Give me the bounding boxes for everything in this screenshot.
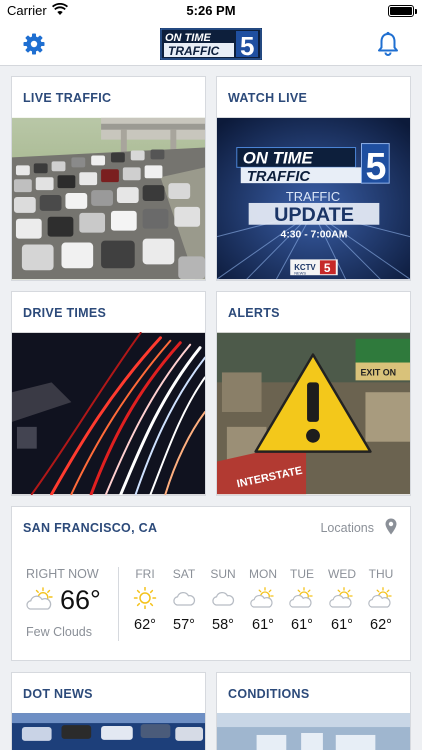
forecast-temp: 61° xyxy=(252,617,274,633)
partly-cloudy-icon xyxy=(289,587,313,608)
battery-icon xyxy=(388,5,417,17)
partly-cloudy-icon xyxy=(250,587,274,608)
traffic-update-promo-image: ON TIME TRAFFIC 5 TRAFFIC UPDATE 4:30 - … xyxy=(217,117,410,280)
promo-line3: TRAFFIC xyxy=(286,189,340,204)
forecast-temp: 61° xyxy=(331,617,353,633)
forecast-day: FRI 62° xyxy=(125,567,165,633)
tile-title: DOT NEWS xyxy=(23,687,93,701)
forecast-temp: 58° xyxy=(212,617,234,633)
station-sub: NEWS xyxy=(294,271,306,276)
tile-title: CONDITIONS xyxy=(228,687,310,701)
nav-bar: ON TIME TRAFFIC 5 xyxy=(0,22,422,66)
forecast-day-label: THU xyxy=(368,567,394,581)
partly-cloudy-icon xyxy=(329,587,353,608)
logo-number: 5 xyxy=(240,31,254,60)
forecast-day-label: MON xyxy=(249,567,277,581)
conditions-image xyxy=(217,713,410,750)
forecast-day-label: SUN xyxy=(210,567,236,581)
promo-number: 5 xyxy=(365,145,386,187)
forecast-day: TUE 61° xyxy=(282,567,322,633)
forecast-temp: 62° xyxy=(134,617,156,633)
right-now-label: RIGHT NOW xyxy=(26,567,99,581)
logo-line1: ON TIME xyxy=(165,32,211,44)
settings-gear-icon[interactable] xyxy=(22,32,46,56)
forecast-day: SUN 58° xyxy=(203,567,243,633)
dot-news-image xyxy=(12,713,205,750)
promo-line4: UPDATE xyxy=(274,204,354,226)
station-number: 5 xyxy=(324,261,331,275)
notifications-bell-icon[interactable] xyxy=(376,31,400,57)
exit-sign-text: EXIT ON xyxy=(361,367,397,377)
tile-title: DRIVE TIMES xyxy=(23,306,107,320)
sun-icon xyxy=(133,587,157,609)
current-condition: Few Clouds xyxy=(26,625,92,639)
weather-divider xyxy=(118,567,119,641)
forecast-day-label: FRI xyxy=(135,567,155,581)
forecast-temp: 61° xyxy=(291,617,313,633)
promo-line1: ON TIME xyxy=(243,148,314,167)
forecast-day: WED 61° xyxy=(322,567,362,633)
forecast-day: MON 61° xyxy=(243,567,283,633)
live-traffic-image xyxy=(12,117,205,280)
tile-title: WATCH LIVE xyxy=(228,91,308,105)
conditions-tile[interactable]: CONDITIONS xyxy=(216,672,411,750)
forecast-day-label: TUE xyxy=(290,567,314,581)
forecast-temp: 62° xyxy=(370,617,392,633)
logo-line2: TRAFFIC xyxy=(168,44,220,58)
partly-cloudy-icon xyxy=(26,587,53,610)
partly-cloudy-icon xyxy=(368,587,392,608)
forecast-temp: 57° xyxy=(173,617,195,633)
promo-hours: 4:30 - 7:00AM xyxy=(281,230,348,241)
forecast-day: SAT 57° xyxy=(164,567,204,633)
forecast-day-label: WED xyxy=(328,567,356,581)
tile-title: ALERTS xyxy=(228,306,280,320)
weather-city: SAN FRANCISCO, CA xyxy=(23,521,158,535)
status-bar: Carrier 5:26 PM xyxy=(0,0,422,22)
live-traffic-tile[interactable]: LIVE TRAFFIC xyxy=(11,76,206,281)
cloud-icon xyxy=(212,592,235,606)
promo-line2: TRAFFIC xyxy=(247,169,311,185)
locations-link[interactable]: Locations xyxy=(320,521,374,535)
cloud-icon xyxy=(173,592,196,606)
alerts-tile[interactable]: ALERTS EXIT ON INTERSTATE xyxy=(216,291,411,496)
clock: 5:26 PM xyxy=(186,3,236,18)
current-temperature: 66° xyxy=(60,585,101,615)
dot-news-tile[interactable]: DOT NEWS xyxy=(11,672,206,750)
on-time-traffic-5-logo: ON TIME TRAFFIC 5 xyxy=(160,28,262,60)
weather-card[interactable]: SAN FRANCISCO, CA Locations RIGHT NOW 66… xyxy=(11,506,411,661)
drive-times-tile[interactable]: DRIVE TIMES xyxy=(11,291,206,496)
location-pin-icon[interactable] xyxy=(385,518,397,535)
forecast-day-label: SAT xyxy=(172,567,196,581)
tile-title: LIVE TRAFFIC xyxy=(23,91,112,105)
forecast-day: THU 62° xyxy=(361,567,401,633)
drive-times-image xyxy=(12,332,205,495)
alerts-image: EXIT ON INTERSTATE xyxy=(217,332,410,495)
watch-live-tile[interactable]: WATCH LIVE ON TIME TRAFFIC 5 TRAFFIC UPD… xyxy=(216,76,411,281)
